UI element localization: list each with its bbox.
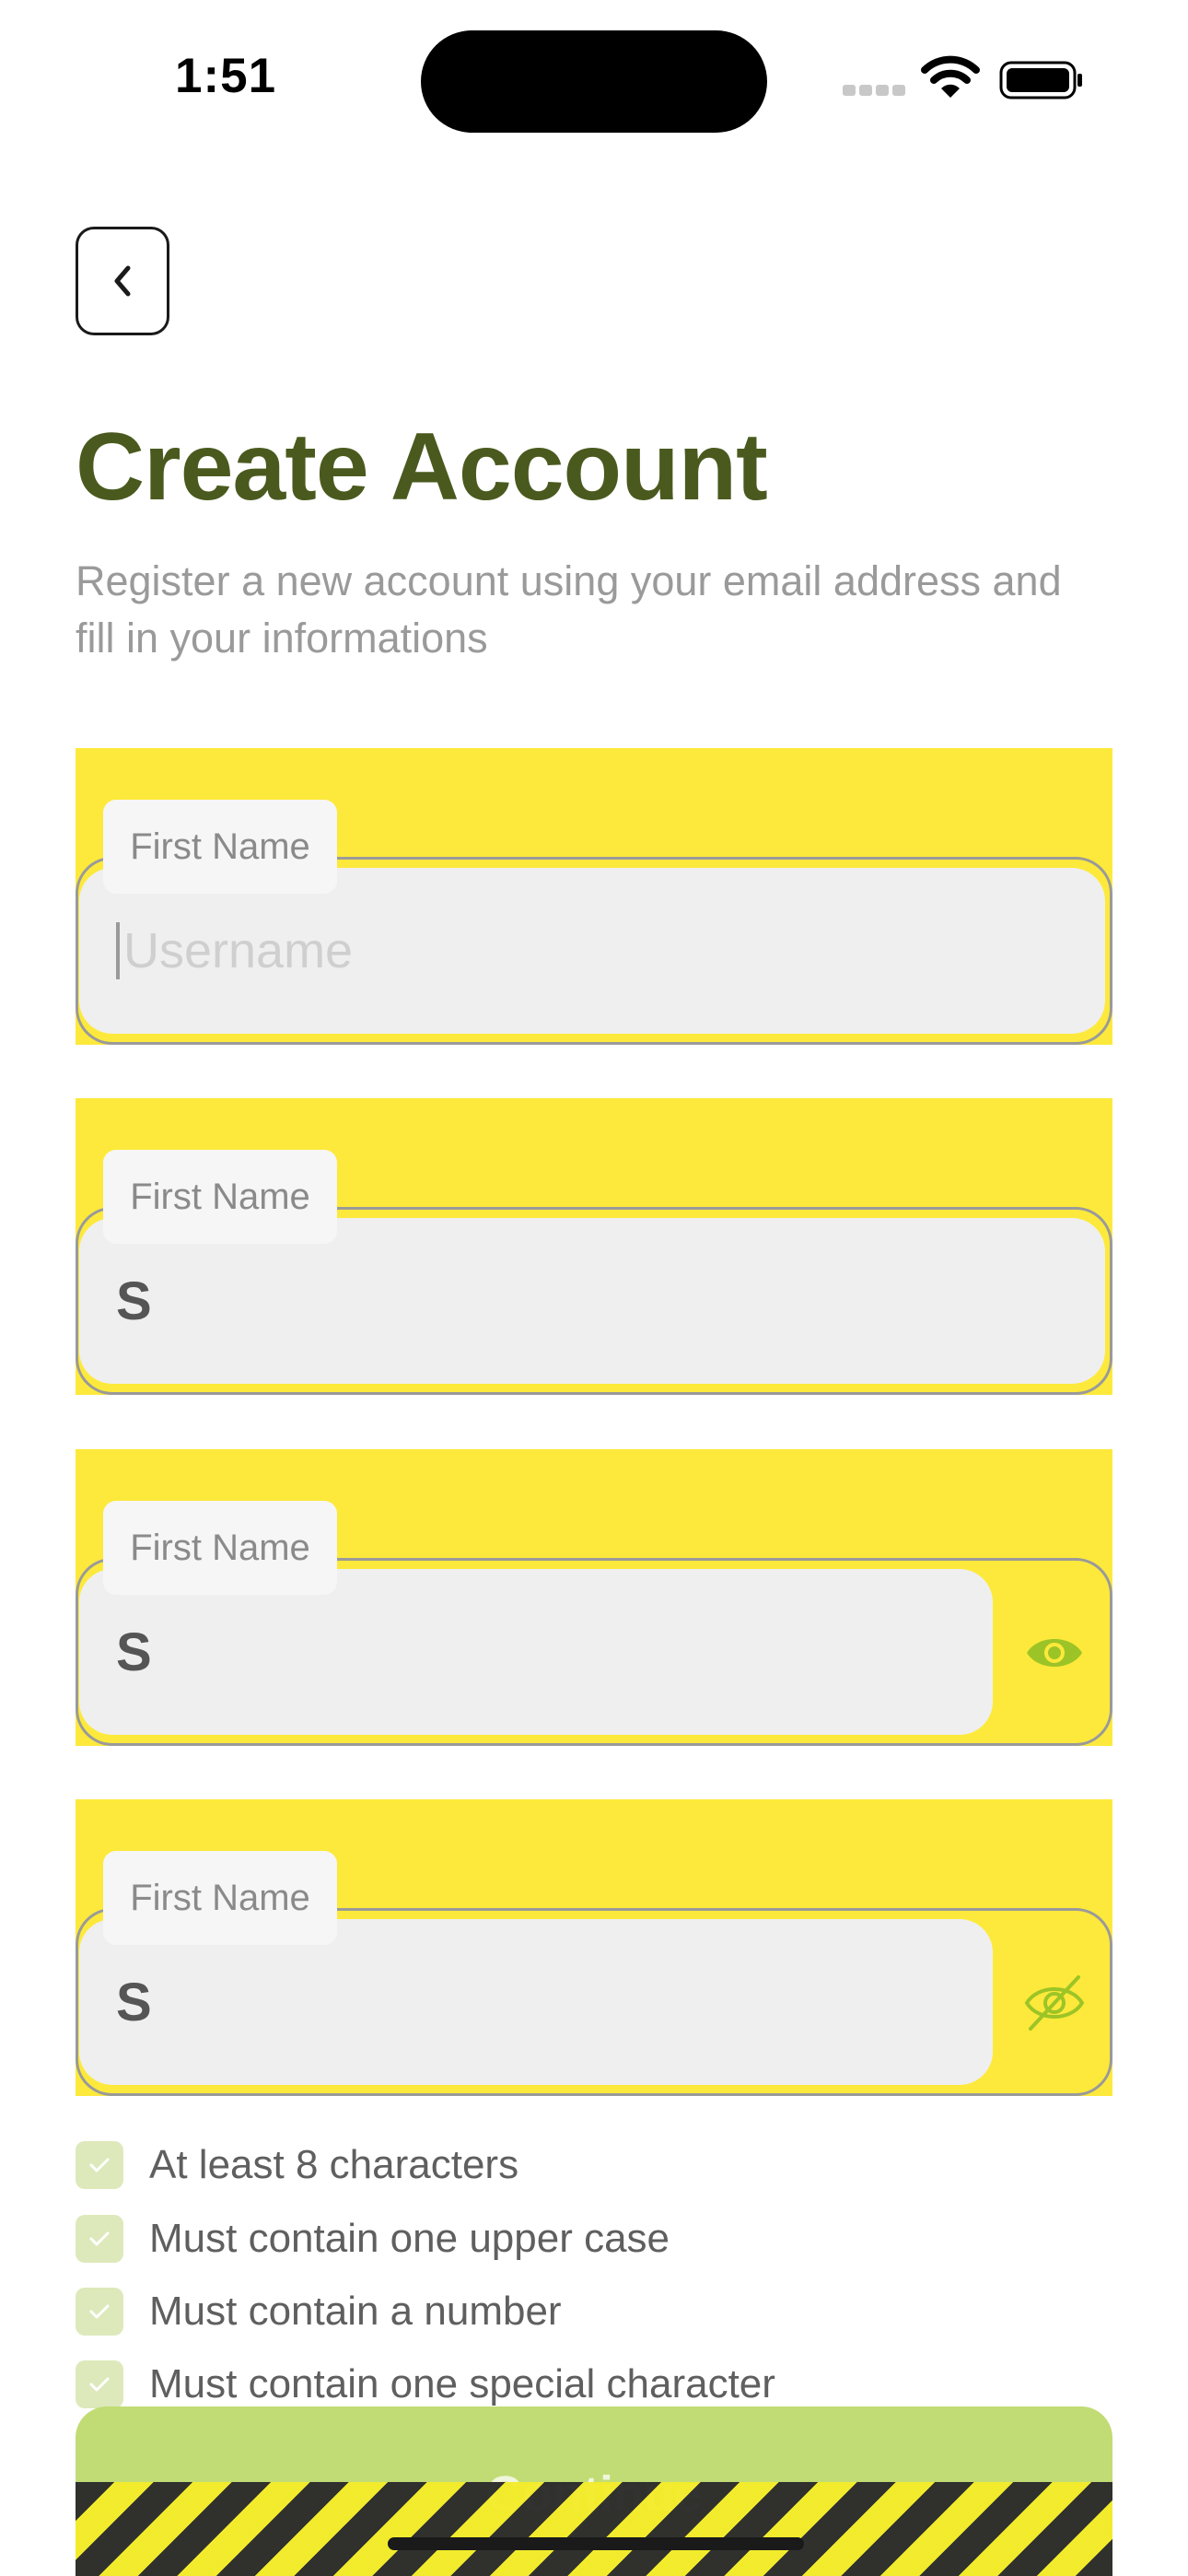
chevron-left-icon — [114, 265, 131, 297]
eye-off-icon[interactable] — [1013, 1961, 1096, 2044]
eye-icon[interactable] — [1013, 1611, 1096, 1694]
check-icon — [76, 2141, 123, 2189]
back-button[interactable] — [76, 227, 169, 335]
hazard-stripes — [76, 2482, 1112, 2576]
password-field-group: S First Name — [76, 1449, 1112, 1746]
cellular-signal-icon — [843, 85, 907, 98]
text-caret — [116, 922, 120, 979]
requirement-item: At least 8 characters — [76, 2137, 518, 2193]
battery-icon — [999, 61, 1084, 100]
field-label: First Name — [103, 1851, 337, 1945]
dynamic-island — [421, 30, 767, 133]
check-icon — [76, 2288, 123, 2336]
requirement-item: Must contain one upper case — [76, 2211, 670, 2266]
home-indicator — [388, 2537, 804, 2550]
requirement-item: Must contain a number — [76, 2284, 562, 2339]
page-subtitle: Register a new account using your email … — [76, 557, 1062, 662]
username-field-group: Username First Name — [76, 748, 1112, 1045]
wifi-icon — [921, 55, 980, 100]
check-icon — [76, 2360, 123, 2408]
requirement-item: Must contain one special character — [76, 2357, 775, 2412]
check-icon — [76, 2215, 123, 2263]
page-title: Create Account — [76, 414, 768, 521]
field-label: First Name — [103, 800, 337, 894]
requirement-text: Must contain one special character — [149, 2361, 775, 2406]
username-placeholder: Username — [123, 923, 354, 978]
field-label: First Name — [103, 1150, 337, 1244]
confirm-password-field-group: S First Name — [76, 1799, 1112, 2096]
name-field-group: S First Name — [76, 1098, 1112, 1395]
field-label: First Name — [103, 1501, 337, 1595]
status-time: 1:51 — [175, 49, 277, 103]
continue-button[interactable]: Continue — [76, 2406, 1112, 2576]
requirement-text: Must contain a number — [149, 2289, 562, 2334]
requirement-text: At least 8 characters — [149, 2142, 519, 2187]
requirement-text: Must contain one upper case — [149, 2216, 670, 2261]
